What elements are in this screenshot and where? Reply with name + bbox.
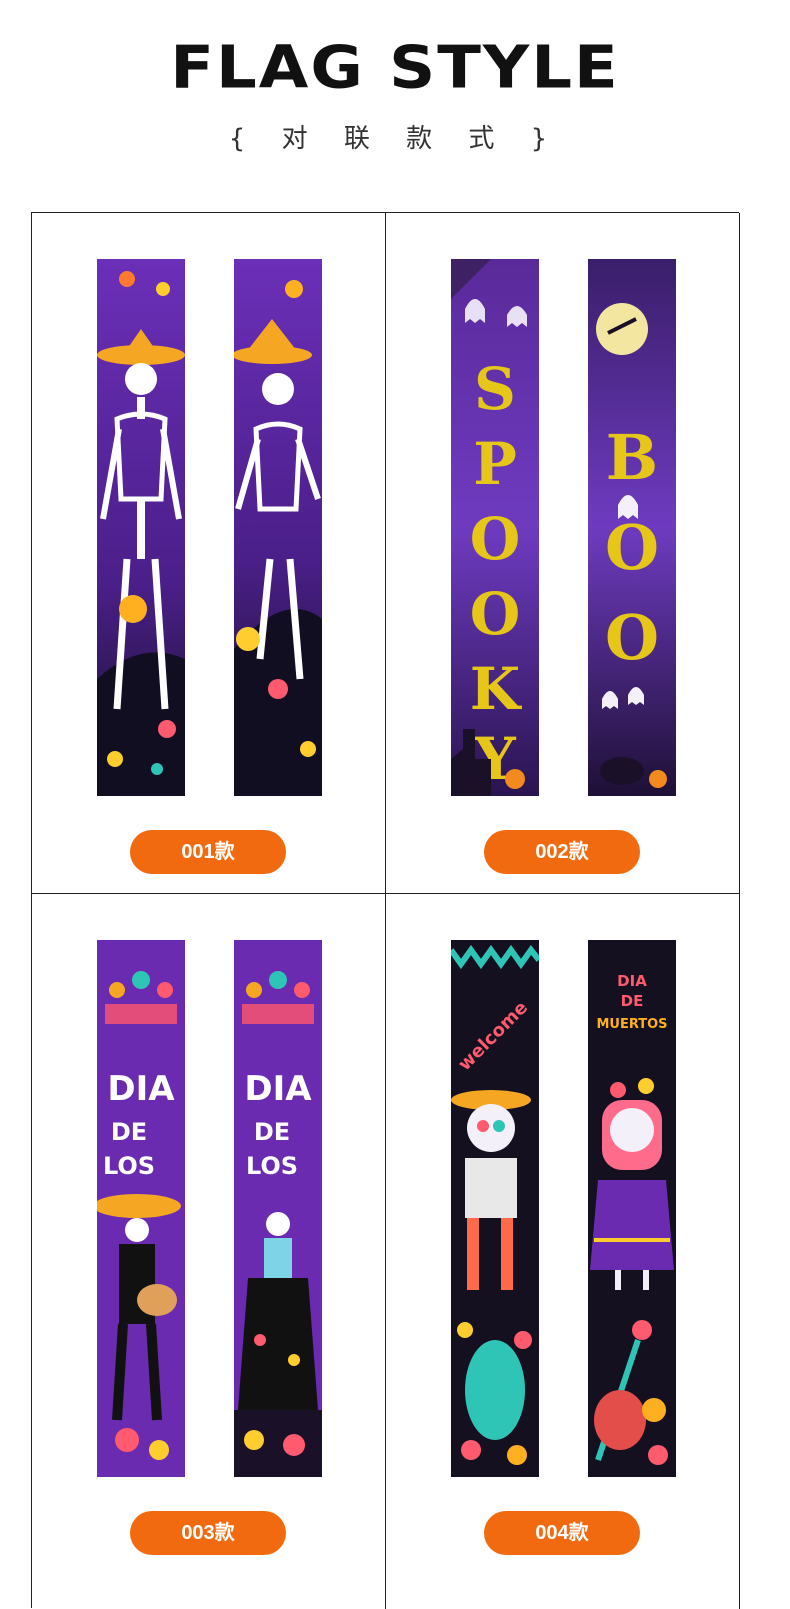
svg-text:K: K (470, 655, 523, 723)
svg-text:DE: DE (621, 992, 644, 1010)
banner-left-welcome: welcome (451, 940, 539, 1477)
svg-text:DIA: DIA (617, 972, 647, 990)
style-card-001[interactable]: 001款 (32, 213, 386, 894)
style-label-003[interactable]: 003款 (130, 1511, 286, 1555)
svg-text:S: S (474, 355, 516, 423)
svg-text:DE: DE (111, 1118, 147, 1146)
svg-text:O: O (470, 580, 521, 648)
svg-text:P: P (473, 430, 517, 498)
style-label-002[interactable]: 002款 (484, 830, 640, 874)
banner-left-spooky: S P O O K Y (451, 259, 539, 796)
svg-text:DIA: DIA (244, 1069, 312, 1109)
banner-right-dia-de-los: DIA DE LOS (234, 940, 322, 1477)
svg-text:O: O (605, 601, 659, 674)
style-label-004[interactable]: 004款 (484, 1511, 640, 1555)
svg-text:DIA: DIA (107, 1069, 175, 1109)
style-card-003[interactable]: DIA DE LOS DIA DE LOS 003款 (32, 894, 386, 1609)
svg-text:B: B (606, 421, 658, 494)
banner-right-boo: B O O (588, 259, 676, 796)
style-card-002[interactable]: S P O O K Y B O O 002款 (386, 213, 740, 894)
svg-text:O: O (605, 511, 659, 584)
page-title: FLAG STYLE (170, 33, 620, 103)
style-card-004[interactable]: welcome DIA DE MUERTOS 004款 (386, 894, 740, 1609)
banner-left-skeleton (97, 259, 185, 796)
svg-text:MUERTOS: MUERTOS (596, 1017, 667, 1032)
page-subtitle: { 对 联 款 式 } (228, 124, 562, 154)
flag-style-grid: 001款 S P O O K Y B O O 002款 DIA DE LOS D… (31, 212, 740, 1609)
svg-text:DE: DE (254, 1118, 290, 1146)
svg-text:LOS: LOS (103, 1152, 155, 1180)
svg-text:LOS: LOS (246, 1152, 298, 1180)
banner-right-dia-de-muertos: DIA DE MUERTOS (588, 940, 676, 1477)
banner-left-dia-de-los: DIA DE LOS (97, 940, 185, 1477)
svg-text:O: O (470, 505, 521, 573)
banner-right-skeleton (234, 259, 322, 796)
style-label-001[interactable]: 001款 (130, 830, 286, 874)
